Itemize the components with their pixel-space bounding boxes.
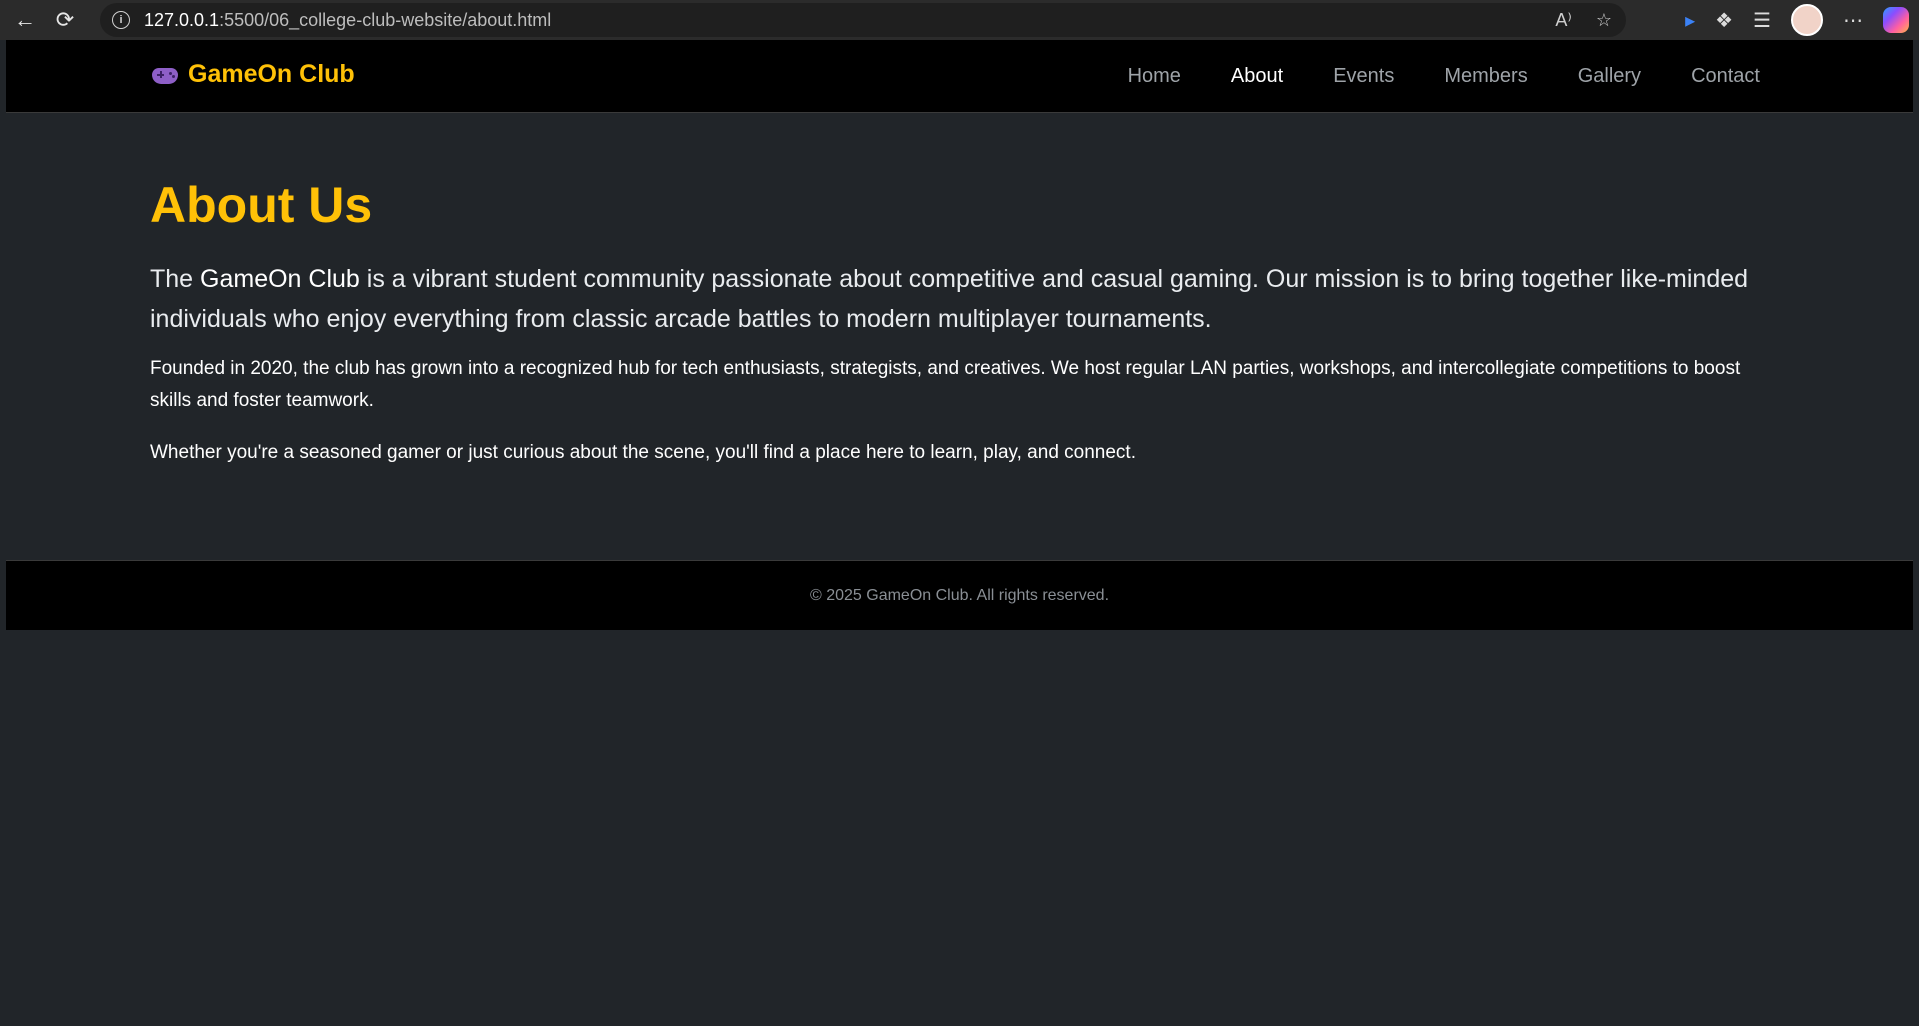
- browser-toolbar: ← ⟳ i 127.0.0.1:5500/06_college-club-web…: [0, 0, 1919, 40]
- brand-link[interactable]: GameOn Club: [152, 60, 355, 89]
- lead-prefix: The: [150, 265, 201, 293]
- copilot-icon[interactable]: [1883, 7, 1909, 33]
- extensions-icon[interactable]: ❖: [1715, 8, 1733, 33]
- lead-rest: is a vibrant student community passionat…: [150, 265, 1749, 333]
- lead-brand: GameOn Club: [200, 265, 360, 293]
- page-title: About Us: [150, 177, 373, 233]
- invitation-paragraph: Whether you're a seasoned gamer or just …: [150, 442, 1136, 463]
- nav-events[interactable]: Events: [1333, 65, 1394, 88]
- site-footer: © 2025 GameOn Club. All rights reserved.: [6, 560, 1913, 630]
- page-viewport: GameOn Club Home About Events Members Ga…: [6, 40, 1913, 1026]
- favorites-icon[interactable]: ☰: [1753, 8, 1771, 33]
- url-host: 127.0.0.1: [144, 9, 220, 30]
- nav-home[interactable]: Home: [1128, 65, 1181, 88]
- history-paragraph: Founded in 2020, the club has grown into…: [150, 358, 1741, 411]
- nav-members[interactable]: Members: [1444, 65, 1527, 88]
- nav-contact[interactable]: Contact: [1691, 65, 1760, 88]
- about-section: About Us The GameOn Club is a vibrant st…: [150, 133, 1770, 469]
- copyright-text: © 2025 GameOn Club. All rights reserved.: [809, 586, 1110, 604]
- url-path: :5500/06_college-club-website/about.html: [219, 9, 552, 30]
- site-info-icon[interactable]: i: [112, 11, 130, 29]
- lead-paragraph: The GameOn Club is a vibrant student com…: [150, 259, 1770, 339]
- nav-links: Home About Events Members Gallery Contac…: [1128, 40, 1760, 112]
- favorite-star-icon[interactable]: ☆: [1596, 10, 1612, 31]
- bing-icon[interactable]: ▸: [1685, 8, 1695, 33]
- reload-icon[interactable]: ⟳: [50, 5, 80, 35]
- site-navbar: GameOn Club Home About Events Members Ga…: [6, 40, 1913, 113]
- brand-name: GameOn Club: [188, 60, 355, 88]
- back-arrow-icon[interactable]: ←: [10, 5, 40, 35]
- gamepad-icon: [152, 65, 178, 85]
- read-aloud-icon[interactable]: A⁾: [1555, 10, 1571, 31]
- nav-about[interactable]: About: [1231, 65, 1283, 88]
- url-text[interactable]: 127.0.0.1:5500/06_college-club-website/a…: [144, 10, 551, 31]
- more-menu-icon[interactable]: ⋯: [1843, 8, 1863, 33]
- nav-gallery[interactable]: Gallery: [1578, 65, 1641, 88]
- profile-avatar[interactable]: [1791, 4, 1823, 36]
- address-bar[interactable]: i 127.0.0.1:5500/06_college-club-website…: [100, 3, 1626, 37]
